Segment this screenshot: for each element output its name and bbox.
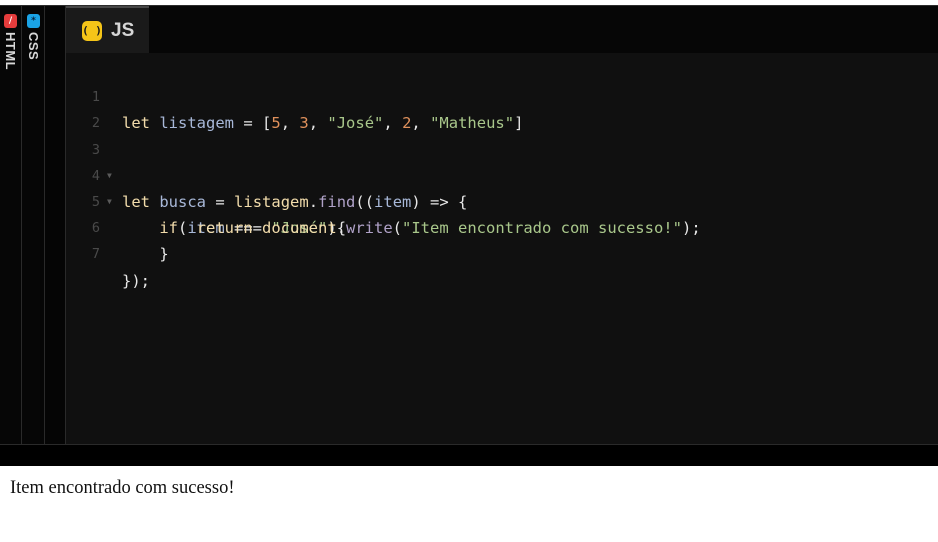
code-line: 7 }); (66, 215, 938, 289)
tab-js-label: JS (111, 19, 135, 41)
code-line: 5 return document.write("Item encontrado… (66, 163, 938, 237)
tab-html[interactable]: / HTML (0, 6, 22, 444)
code-line: 6 } (66, 189, 938, 263)
js-pane: ( ) JS 1 let listagem = [5, 3, "José", 2… (66, 6, 938, 444)
code-line: 1 let listagem = [5, 3, "José", 2, "Math… (66, 58, 938, 132)
tab-bar: ( ) JS (66, 6, 938, 53)
code-editor: / HTML * CSS ( ) JS 1 let listagem = [5,… (0, 0, 938, 467)
code-line: 3 ▼ let busca = listagem.find((item) => … (66, 110, 938, 211)
editor-resize-bar[interactable] (0, 444, 938, 467)
tab-js[interactable]: ( ) JS (66, 6, 149, 53)
output-panel: Item encontrado com sucesso! (0, 466, 938, 542)
js-icon: ( ) (82, 20, 102, 41)
html-icon: / (4, 14, 17, 28)
pane-gutter (45, 6, 66, 444)
code-line: 4 ▼ if(item === "José"){ (66, 137, 938, 237)
tab-css[interactable]: * CSS (22, 6, 45, 444)
output-text: Item encontrado com sucesso! (10, 478, 235, 498)
css-icon: * (27, 14, 40, 28)
code-line: 2 (66, 84, 938, 131)
tab-css-label: CSS (26, 32, 41, 61)
code-area[interactable]: 1 let listagem = [5, 3, "José", 2, "Math… (66, 58, 938, 289)
line-number: 7 (91, 246, 100, 263)
tab-html-label: HTML (3, 32, 18, 71)
code-text: }); (122, 271, 150, 290)
